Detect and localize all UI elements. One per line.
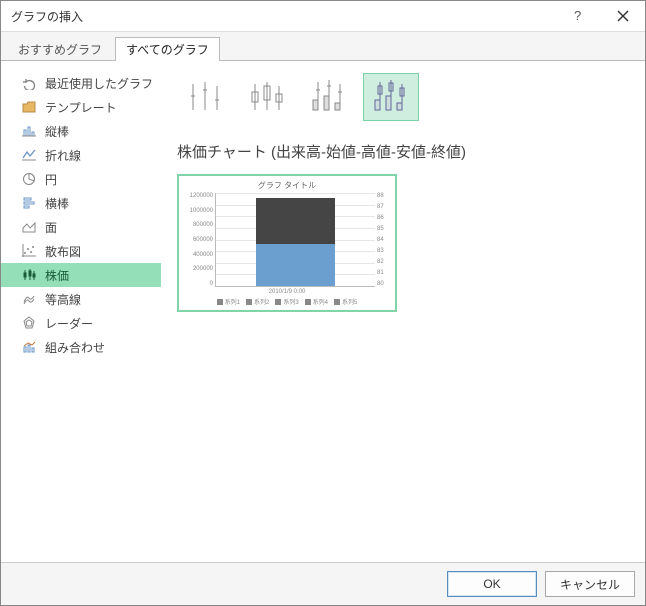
surface-chart-icon [21, 291, 37, 307]
tab-label: おすすめグラフ [18, 41, 102, 58]
sidebar-item-label: 株価 [45, 267, 69, 284]
sidebar-item-line[interactable]: 折れ線 [1, 143, 161, 167]
subtype-vhlc[interactable] [301, 73, 357, 121]
tab-all[interactable]: すべてのグラフ [115, 37, 220, 61]
tabs: おすすめグラフ すべてのグラフ [1, 32, 645, 61]
sidebar-item-area[interactable]: 面 [1, 215, 161, 239]
stock-chart-icon [21, 267, 37, 283]
help-button[interactable]: ? [557, 1, 601, 31]
sidebar-item-label: 縦棒 [45, 123, 69, 140]
sidebar-item-label: 最近使用したグラフ [45, 75, 153, 92]
sidebar-item-stock[interactable]: 株価 [1, 263, 161, 287]
ok-button[interactable]: OK [447, 571, 537, 597]
sidebar-item-recent[interactable]: 最近使用したグラフ [1, 71, 161, 95]
volume-bar-upper [256, 198, 336, 245]
pie-chart-icon [21, 171, 37, 187]
sidebar-item-templates[interactable]: テンプレート [1, 95, 161, 119]
preview-title: グラフ タイトル [183, 180, 391, 191]
y-axis-right: 88 87 86 85 84 83 82 81 80 [375, 193, 391, 287]
sidebar-item-label: テンプレート [45, 99, 117, 116]
insert-chart-dialog: グラフの挿入 ? おすすめグラフ すべてのグラフ 最近使用したグラフ テンプレー… [0, 0, 646, 606]
volume-bar-lower [256, 244, 336, 286]
subtype-vohlc[interactable] [363, 73, 419, 121]
y-axis-left: 1200000 1000000 800000 600000 400000 200… [183, 193, 215, 287]
chart-type-sidebar: 最近使用したグラフ テンプレート 縦棒 折れ線 円 横棒 [1, 61, 161, 562]
combo-chart-icon [21, 339, 37, 355]
tab-recommended[interactable]: おすすめグラフ [7, 37, 113, 61]
bar-chart-icon [21, 195, 37, 211]
sidebar-item-label: 横棒 [45, 195, 69, 212]
sidebar-item-bar[interactable]: 横棒 [1, 191, 161, 215]
folder-icon [21, 99, 37, 115]
preview-x-label: 2010/1/9 0:00 [183, 289, 391, 295]
sidebar-item-radar[interactable]: レーダー [1, 311, 161, 335]
recent-icon [21, 75, 37, 91]
main-panel: 株価チャート (出来高-始値-高値-安値-終値) グラフ タイトル 120000… [161, 61, 645, 562]
subtype-ohlc[interactable] [239, 73, 295, 121]
sidebar-item-surface[interactable]: 等高線 [1, 287, 161, 311]
sidebar-item-label: 等高線 [45, 291, 81, 308]
svg-text:?: ? [574, 9, 581, 23]
cancel-button[interactable]: キャンセル [545, 571, 635, 597]
chart-preview[interactable]: グラフ タイトル 1200000 1000000 800000 600000 4… [177, 174, 397, 312]
scatter-chart-icon [21, 243, 37, 259]
titlebar: グラフの挿入 ? [1, 1, 645, 32]
subtype-hlc[interactable] [177, 73, 233, 121]
sidebar-item-pie[interactable]: 円 [1, 167, 161, 191]
sidebar-item-label: 折れ線 [45, 147, 81, 164]
preview-plot: 1200000 1000000 800000 600000 400000 200… [183, 193, 391, 287]
sidebar-item-label: 組み合わせ [45, 339, 105, 356]
window-title: グラフの挿入 [11, 8, 557, 25]
sidebar-item-label: 散布図 [45, 243, 81, 260]
chart-subtype-row [177, 73, 629, 121]
dialog-footer: OK キャンセル [1, 562, 645, 605]
sidebar-item-combo[interactable]: 組み合わせ [1, 335, 161, 359]
sidebar-item-label: 面 [45, 219, 57, 236]
sidebar-item-scatter[interactable]: 散布図 [1, 239, 161, 263]
column-chart-icon [21, 123, 37, 139]
line-chart-icon [21, 147, 37, 163]
chart-subtype-name: 株価チャート (出来高-始値-高値-安値-終値) [177, 141, 629, 162]
sidebar-item-column[interactable]: 縦棒 [1, 119, 161, 143]
radar-chart-icon [21, 315, 37, 331]
preview-legend: 系列1 系列2 系列3 系列4 系列5 [183, 297, 391, 306]
sidebar-item-label: 円 [45, 171, 57, 188]
tab-label: すべてのグラフ [126, 41, 209, 58]
area-chart-icon [21, 219, 37, 235]
plot-area [215, 193, 375, 287]
close-button[interactable] [601, 1, 645, 31]
sidebar-item-label: レーダー [45, 315, 93, 332]
